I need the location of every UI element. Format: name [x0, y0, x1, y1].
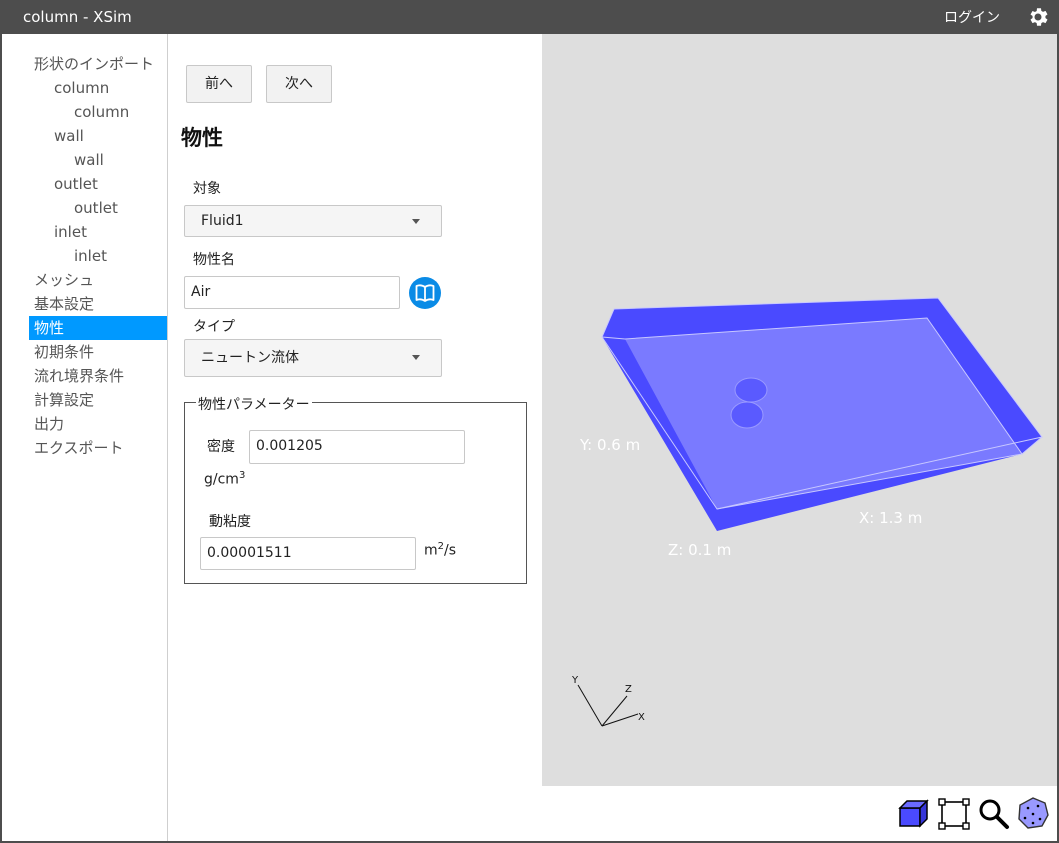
column-bottom: [730, 401, 764, 429]
window-title: column - XSim: [23, 8, 132, 26]
sidebar-item-outlet-group[interactable]: outlet: [54, 172, 98, 196]
target-select[interactable]: Fluid1: [184, 205, 442, 237]
sidebar-item-outlet[interactable]: outlet: [74, 196, 118, 220]
density-unit-base: g/cm: [204, 471, 239, 488]
properties-form: 前へ 次へ 物性 対象 Fluid1 物性名 Air タイプ ニュートン流体 物…: [169, 34, 541, 841]
sidebar-item-flow-boundary[interactable]: 流れ境界条件: [34, 364, 124, 388]
page-title: 物性: [181, 126, 223, 150]
axis-x-label: X: [638, 712, 645, 723]
login-link[interactable]: ログイン: [944, 7, 1000, 27]
zoom-icon[interactable]: [976, 796, 1010, 830]
material-library-button[interactable]: [409, 277, 441, 309]
3d-viewport[interactable]: Y: 0.6 m X: 1.3 m Z: 0.1 m Y X Z: [542, 34, 1057, 786]
type-select-value: ニュートン流体: [201, 350, 299, 366]
book-icon: [415, 284, 435, 302]
density-label: 密度: [207, 439, 235, 455]
sidebar-item-column-group[interactable]: column: [54, 76, 109, 100]
gear-icon[interactable]: [1026, 5, 1050, 29]
dimension-z-label: Z: 0.1 m: [668, 541, 731, 559]
chevron-down-icon: [412, 219, 420, 224]
viscosity-label: 動粘度: [209, 514, 251, 530]
sidebar-item-wall[interactable]: wall: [74, 148, 104, 172]
point-cloud-icon[interactable]: [1016, 796, 1050, 830]
sidebar-item-calc-settings[interactable]: 計算設定: [34, 388, 94, 412]
axis-z-label: Z: [625, 684, 632, 695]
dimension-x-label: X: 1.3 m: [859, 509, 922, 527]
density-unit: g/cm3: [204, 470, 245, 488]
sidebar-item-mesh[interactable]: メッシュ: [34, 268, 94, 292]
viscosity-unit-tail: /s: [444, 542, 457, 559]
sidebar-item-output[interactable]: 出力: [34, 412, 64, 436]
dimension-y-label: Y: 0.6 m: [579, 436, 640, 454]
chevron-down-icon: [412, 355, 420, 360]
axis-y-label: Y: [571, 675, 579, 686]
axis-y-line: [577, 684, 603, 727]
type-label: タイプ: [193, 319, 235, 335]
sidebar-item-wall-group[interactable]: wall: [54, 124, 84, 148]
sidebar-item-basic-settings[interactable]: 基本設定: [34, 292, 94, 316]
sidebar-item-inlet-group[interactable]: inlet: [54, 220, 87, 244]
type-select[interactable]: ニュートン流体: [184, 339, 442, 377]
title-bar: column - XSim ログイン: [0, 0, 1059, 34]
next-button[interactable]: 次へ: [266, 65, 332, 103]
prev-button[interactable]: 前へ: [186, 65, 252, 103]
viscosity-unit: m2/s: [424, 541, 456, 559]
fit-view-icon[interactable]: [936, 796, 970, 830]
material-name-label: 物性名: [193, 252, 235, 268]
model-render: Y: 0.6 m X: 1.3 m Z: 0.1 m Y X Z: [571, 297, 1043, 727]
viscosity-unit-base: m: [424, 542, 438, 559]
solid-view-icon[interactable]: [896, 796, 930, 830]
column-top: [734, 377, 768, 403]
sidebar-item-export[interactable]: エクスポート: [34, 436, 124, 460]
sidebar-item-initial-conditions[interactable]: 初期条件: [34, 340, 94, 364]
sidebar-item-column[interactable]: column: [74, 100, 129, 124]
material-name-field[interactable]: Air: [184, 276, 400, 309]
viscosity-field[interactable]: 0.00001511: [200, 537, 416, 570]
params-legend: 物性パラメーター: [196, 394, 312, 414]
sidebar-item-properties[interactable]: 物性: [29, 316, 167, 340]
sidebar-item-inlet[interactable]: inlet: [74, 244, 107, 268]
density-unit-exponent: 3: [238, 470, 246, 481]
density-field[interactable]: 0.001205: [249, 430, 465, 464]
sidebar-item-shape-import[interactable]: 形状のインポート: [34, 52, 164, 76]
target-label: 対象: [193, 181, 221, 197]
target-select-value: Fluid1: [201, 213, 244, 229]
